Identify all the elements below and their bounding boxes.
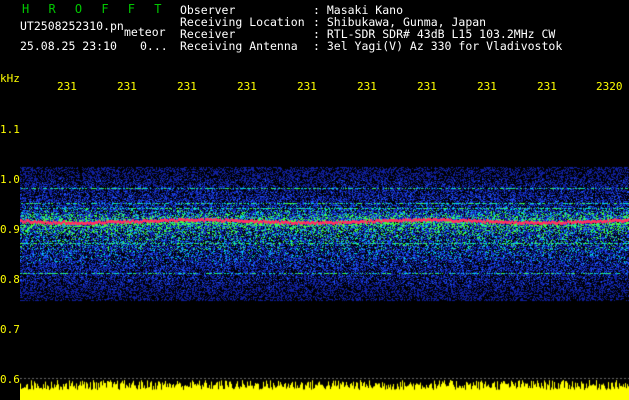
x-tick-9: 231 — [537, 80, 557, 93]
y-tick-0-6: 0.6 — [0, 373, 20, 386]
spectrogram — [20, 95, 629, 400]
y-tick-0-8: 0.8 — [0, 273, 20, 286]
x-tick-1: 231 — [57, 80, 77, 93]
x-tick-7: 231 — [417, 80, 437, 93]
x-tick-8: 231 — [477, 80, 497, 93]
x-tick-4: 231 — [237, 80, 257, 93]
x-tick-10: 2320 — [596, 80, 623, 93]
y-tick-0-7: 0.7 — [0, 323, 20, 336]
x-tick-3: 231 — [177, 80, 197, 93]
x-tick-5: 231 — [297, 80, 317, 93]
y-axis-unit: kHz — [0, 72, 20, 85]
y-tick-1-0: 1.0 — [0, 173, 20, 186]
capture-datetime: 25.08.25 23:10 — [20, 39, 117, 53]
x-tick-6: 231 — [357, 80, 377, 93]
spectrogram-canvas — [20, 95, 629, 400]
capture-counter: 0... — [140, 39, 168, 53]
file-name: UT2508252310.pn — [20, 19, 124, 33]
info-label-antenna: Receiving Antenna — [180, 39, 298, 53]
file-tag: meteor — [124, 25, 166, 39]
info-value-antenna: : 3el Yagi(V) Az 330 for Vladivostok — [313, 39, 563, 53]
y-tick-1-1: 1.1 — [0, 123, 20, 136]
hrofft-screen: H R O F F T UT2508252310.pn meteor 25.08… — [0, 0, 629, 400]
app-brand: H R O F F T — [22, 2, 168, 16]
x-tick-2: 231 — [117, 80, 137, 93]
y-tick-0-9: 0.9 — [0, 223, 20, 236]
